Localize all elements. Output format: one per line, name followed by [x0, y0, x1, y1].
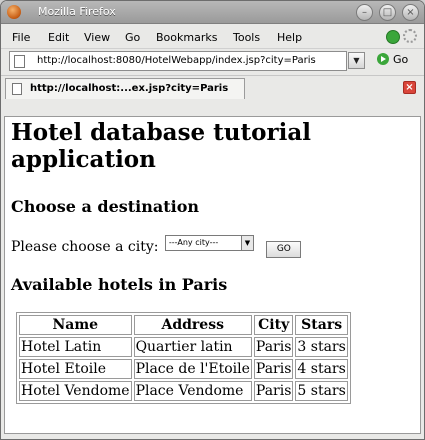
menu-help[interactable]: Help — [277, 31, 302, 44]
table-header-row: Name Address City Stars — [19, 315, 348, 335]
available-hotels-heading: Available hotels in Paris — [11, 275, 228, 294]
cell-city: Paris — [253, 381, 294, 401]
page-title: Hotel database tutorial application — [11, 119, 311, 173]
cell-address: Place de l'Etoile — [133, 359, 252, 379]
cell-address: Quartier latin — [133, 337, 252, 357]
window-title: Mozilla Firefox — [38, 5, 116, 18]
city-select[interactable]: ---Any city--- ▼ — [164, 235, 254, 251]
cell-name: Hotel Latin — [19, 337, 132, 357]
go-nav-button[interactable]: Go — [377, 53, 408, 66]
page-icon — [14, 55, 25, 68]
header-name: Name — [19, 315, 132, 335]
city-prompt-label: Please choose a city: — [11, 239, 159, 255]
go-nav-label: Go — [393, 53, 409, 66]
browser-window: Mozilla Firefox – □ × File Edit View Go … — [0, 0, 425, 440]
close-window-icon[interactable]: × — [402, 4, 419, 21]
tab-strip: http://localhost:...ex.jsp?city=Paris × — [1, 75, 424, 100]
go-arrow-icon — [377, 53, 389, 65]
cell-city: Paris — [253, 359, 294, 379]
menu-file[interactable]: File — [12, 31, 30, 44]
header-city: City — [253, 315, 294, 335]
table-row: Hotel Etoile Place de l'Etoile Paris 4 s… — [19, 359, 348, 379]
maximize-icon[interactable]: □ — [379, 4, 396, 21]
page-content: Hotel database tutorial application Choo… — [4, 116, 421, 434]
url-dropdown-button[interactable]: ▼ — [348, 52, 365, 69]
menu-go[interactable]: Go — [125, 31, 140, 44]
firefox-icon — [7, 5, 21, 19]
cell-stars: 3 stars — [295, 337, 348, 357]
tab-label: http://localhost:...ex.jsp?city=Paris — [30, 83, 229, 94]
minimize-icon[interactable]: – — [356, 4, 373, 21]
throbber-icon — [403, 29, 417, 43]
cell-address: Place Vendome — [133, 381, 252, 401]
cell-name: Hotel Etoile — [19, 359, 132, 379]
header-stars: Stars — [295, 315, 348, 335]
menu-bar: File Edit View Go Bookmarks Tools Help — [1, 24, 424, 48]
status-icon — [386, 30, 400, 44]
tab-active[interactable]: http://localhost:...ex.jsp?city=Paris — [5, 78, 245, 99]
menu-tools[interactable]: Tools — [233, 31, 260, 44]
menu-edit[interactable]: Edit — [48, 31, 69, 44]
cell-name: Hotel Vendome — [19, 381, 132, 401]
navigation-bar: http://localhost:8080/HotelWebapp/index.… — [1, 48, 424, 75]
close-tab-icon[interactable]: × — [403, 81, 416, 94]
city-form: Please choose a city: ---Any city--- ▼ G… — [11, 235, 302, 258]
table-row: Hotel Vendome Place Vendome Paris 5 star… — [19, 381, 348, 401]
tab-page-icon — [12, 83, 22, 95]
url-text[interactable]: http://localhost:8080/HotelWebapp/index.… — [37, 55, 316, 66]
title-bar: Mozilla Firefox – □ × — [1, 1, 424, 24]
menu-bookmarks[interactable]: Bookmarks — [156, 31, 217, 44]
table-row: Hotel Latin Quartier latin Paris 3 stars — [19, 337, 348, 357]
hotels-table: Name Address City Stars Hotel Latin Quar… — [16, 312, 351, 404]
cell-city: Paris — [253, 337, 294, 357]
cell-stars: 4 stars — [295, 359, 348, 379]
cell-stars: 5 stars — [295, 381, 348, 401]
city-select-value: ---Any city--- — [168, 238, 219, 247]
choose-destination-heading: Choose a destination — [11, 197, 200, 216]
go-submit-button[interactable]: GO — [266, 241, 302, 258]
menu-view[interactable]: View — [84, 31, 110, 44]
chevron-down-icon: ▼ — [240, 236, 253, 250]
header-address: Address — [133, 315, 252, 335]
url-bar[interactable]: http://localhost:8080/HotelWebapp/index.… — [9, 51, 347, 71]
